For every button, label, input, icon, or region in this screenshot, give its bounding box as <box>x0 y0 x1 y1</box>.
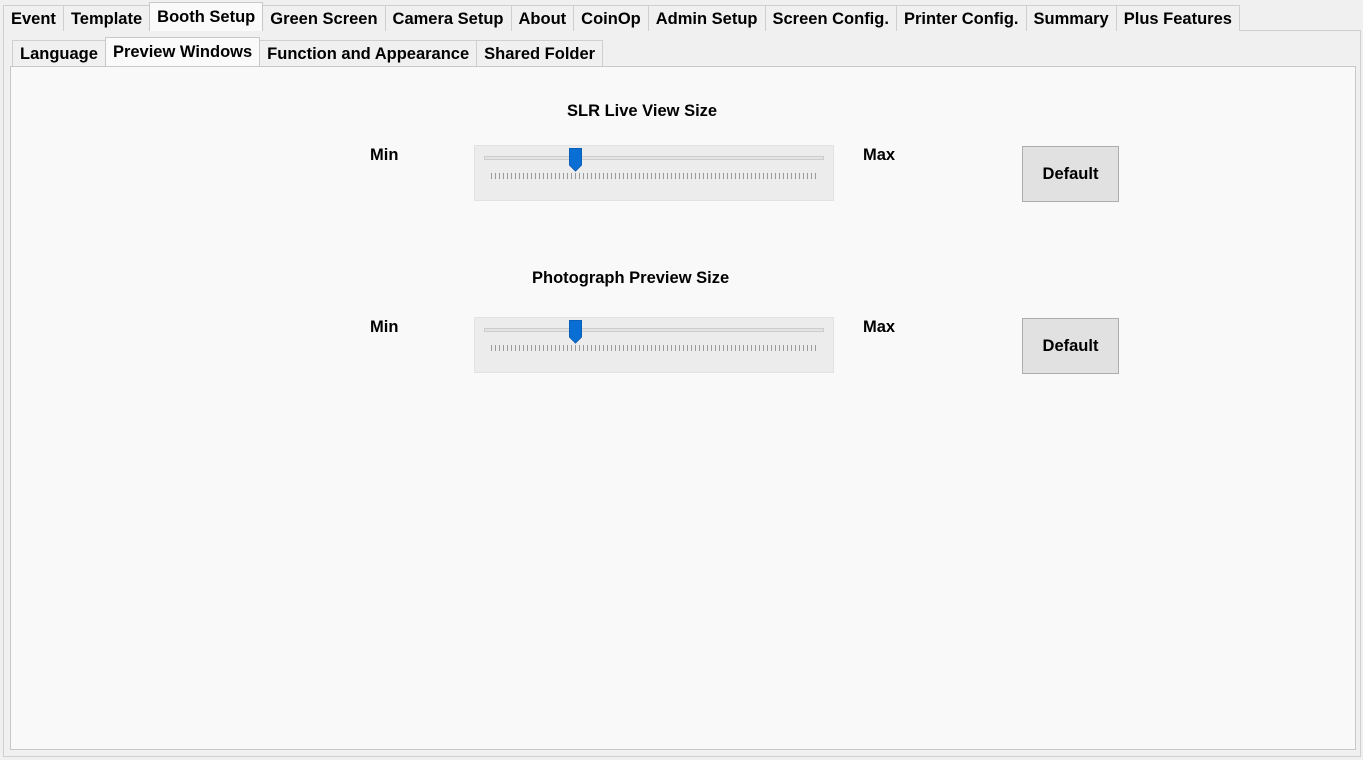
tab-function-and-appearance[interactable]: Function and Appearance <box>259 40 478 66</box>
photo-default-button[interactable]: Default <box>1022 318 1119 374</box>
tab-language[interactable]: Language <box>12 40 106 66</box>
tab-screen-config[interactable]: Screen Config. <box>764 5 897 31</box>
slr-live-view-slider[interactable] <box>474 145 834 201</box>
slider-track <box>484 156 824 160</box>
tab-booth-setup[interactable]: Booth Setup <box>149 2 264 31</box>
tab-template[interactable]: Template <box>62 5 151 31</box>
slr-max-label: Max <box>863 146 896 164</box>
slider-thumb[interactable] <box>569 148 583 172</box>
tab-event[interactable]: Event <box>3 5 64 31</box>
tab-green-screen[interactable]: Green Screen <box>262 5 386 31</box>
slr-min-label: Min <box>370 146 399 164</box>
tab-camera-setup[interactable]: Camera Setup <box>384 5 512 31</box>
slider-ticks <box>491 345 818 351</box>
main-tab-bar: Event Template Booth Setup Green Screen … <box>3 2 1240 31</box>
tab-coinop[interactable]: CoinOp <box>573 5 649 31</box>
tab-summary[interactable]: Summary <box>1025 5 1117 31</box>
tab-plus-features[interactable]: Plus Features <box>1115 5 1240 31</box>
slider-track <box>484 328 824 332</box>
sub-tab-bar: Language Preview Windows Function and Ap… <box>12 37 604 66</box>
slider-ticks <box>491 173 818 179</box>
slr-live-view-title: SLR Live View Size <box>567 102 718 120</box>
slider-thumb[interactable] <box>569 320 583 344</box>
tab-preview-windows[interactable]: Preview Windows <box>104 37 261 66</box>
tab-shared-folder[interactable]: Shared Folder <box>476 40 604 66</box>
tab-about[interactable]: About <box>510 5 575 31</box>
tab-admin-setup[interactable]: Admin Setup <box>647 5 766 31</box>
slr-default-button[interactable]: Default <box>1022 146 1119 202</box>
photo-preview-slider[interactable] <box>474 317 834 373</box>
photo-min-label: Min <box>370 318 399 336</box>
photo-preview-title: Photograph Preview Size <box>532 269 730 287</box>
tab-printer-config[interactable]: Printer Config. <box>895 5 1027 31</box>
photo-max-label: Max <box>863 318 896 336</box>
